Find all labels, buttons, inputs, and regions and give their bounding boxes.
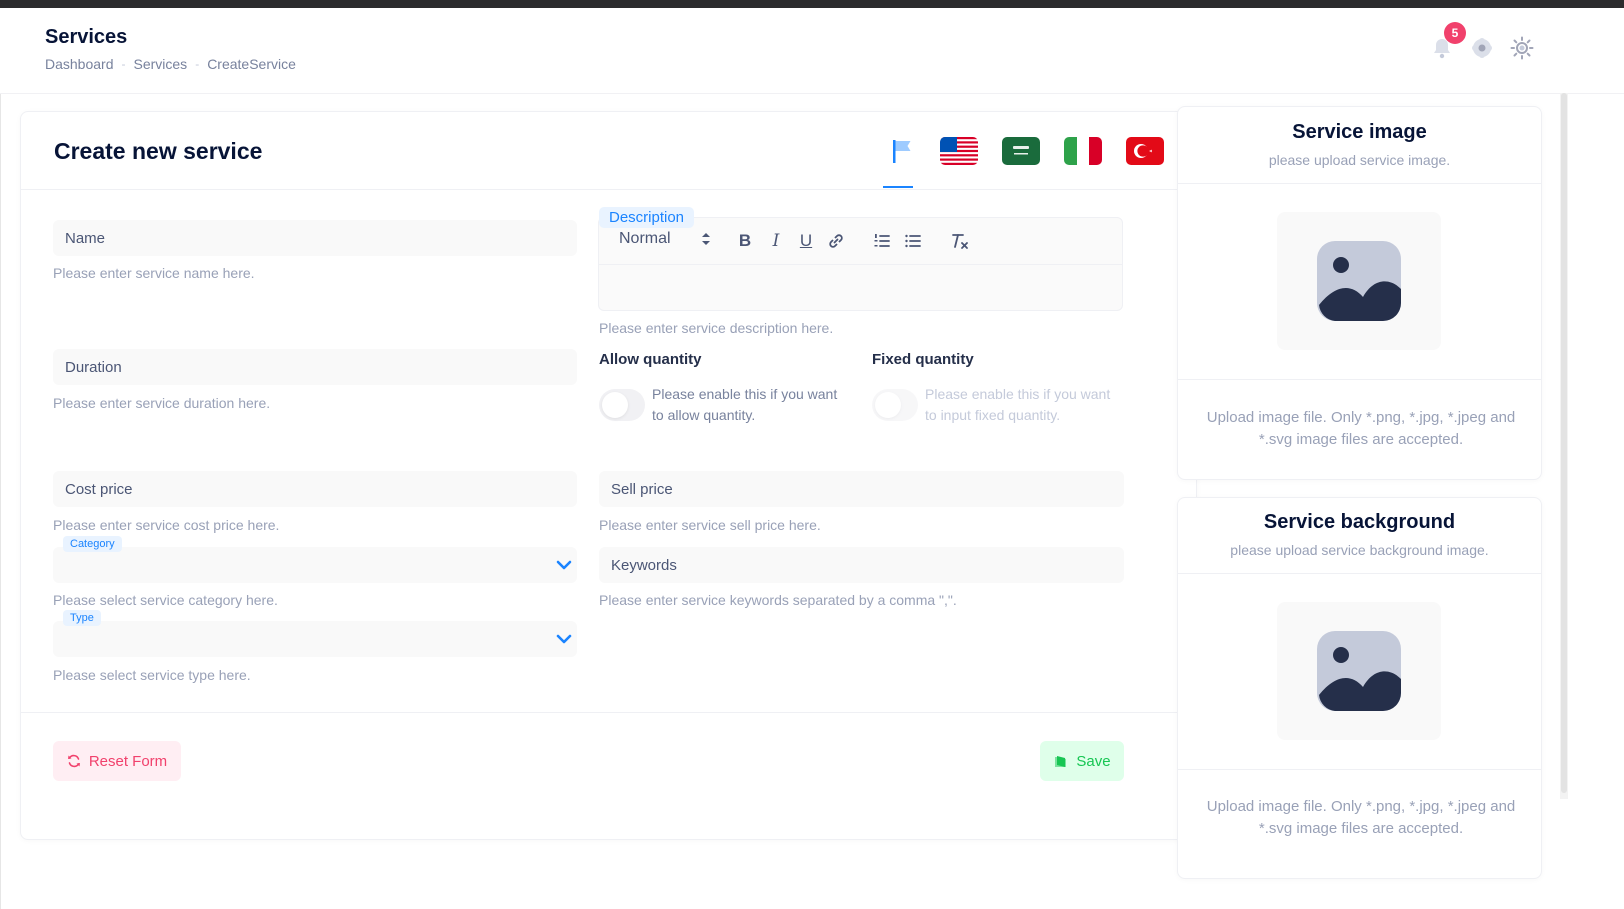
keywords-placeholder: Keywords [611, 556, 677, 574]
ordered-list-icon[interactable] [872, 231, 892, 251]
it-flag-icon[interactable] [1064, 137, 1102, 165]
reset-form-button[interactable]: Reset Form [53, 741, 181, 781]
format-value: Normal [619, 230, 671, 247]
type-label: Type [63, 610, 101, 626]
card-footer-divider [21, 712, 1196, 713]
save-button[interactable]: Save [1040, 741, 1124, 781]
duration-placeholder: Duration [65, 358, 122, 376]
header: Services Dashboard - Services - CreateSe… [0, 8, 1624, 94]
page-title: Services [45, 26, 128, 48]
sun-icon[interactable] [1510, 36, 1534, 60]
keywords-input[interactable]: Keywords [599, 547, 1124, 583]
card-header: Create new service [21, 112, 1196, 190]
bullet-list-icon[interactable] [903, 231, 923, 251]
italic-icon[interactable]: I [766, 231, 786, 251]
type-select[interactable] [53, 621, 577, 657]
gear-icon[interactable] [1470, 36, 1494, 60]
cost-price-placeholder: Cost price [65, 480, 133, 498]
divider [1178, 769, 1541, 770]
service-background-upload[interactable] [1277, 602, 1441, 740]
name-input[interactable]: Name [53, 220, 577, 256]
left-border [0, 8, 1, 909]
bold-icon[interactable]: B [735, 231, 755, 251]
fixed-quantity-label: Fixed quantity [872, 351, 974, 368]
category-select[interactable] [53, 547, 577, 583]
reset-form-label: Reset Form [88, 752, 168, 770]
breadcrumb-services[interactable]: Services [134, 56, 188, 72]
category-hint: Please select service category here. [53, 592, 278, 608]
format-select[interactable]: Normal [619, 230, 711, 248]
bell-icon[interactable]: 5 [1430, 22, 1466, 60]
fixed-quantity-toggle[interactable] [872, 389, 918, 421]
divider [1178, 183, 1541, 184]
default-language-flag-icon[interactable] [888, 137, 916, 165]
fixed-quantity-text: Please enable this if you want to input … [925, 386, 1111, 423]
header-actions: 5 [1430, 22, 1534, 60]
scrollbar-thumb[interactable] [1561, 93, 1567, 793]
breadcrumb-create-service: CreateService [207, 56, 296, 72]
service-background-title: Service background [1263, 511, 1456, 533]
sell-price-hint: Please enter service sell price here. [599, 517, 821, 533]
service-background-subtitle: please upload service background image. [1230, 542, 1489, 558]
service-image-subtitle: please upload service image. [1268, 152, 1451, 168]
type-chevron-down-icon[interactable] [555, 630, 573, 648]
notification-badge: 5 [1444, 22, 1466, 44]
name-hint: Please enter service name here. [53, 265, 255, 281]
breadcrumb-separator: - [121, 57, 126, 71]
allow-quantity-text: Please enable this if you want to allow … [652, 386, 838, 423]
card-title: Create new service [54, 138, 263, 164]
type-hint: Please select service type here. [53, 667, 251, 683]
image-placeholder-icon [1317, 241, 1401, 321]
save-icon [1055, 755, 1067, 767]
service-image-upload[interactable] [1277, 212, 1441, 350]
allow-quantity-label: Allow quantity [599, 351, 702, 368]
category-chevron-down-icon[interactable] [555, 556, 573, 574]
language-tabs [888, 137, 1164, 165]
description-editor: Normal B I U [598, 217, 1123, 311]
duration-hint: Please enter service duration here. [53, 395, 271, 411]
duration-input[interactable]: Duration [53, 349, 577, 385]
service-background-note: Upload image file. Only *.png, *.jpg, *.… [1206, 798, 1516, 837]
clear-format-icon[interactable] [949, 231, 969, 251]
toggle-knob [875, 392, 901, 418]
service-image-card: Service image please upload service imag… [1177, 106, 1542, 480]
cost-price-input[interactable]: Cost price [53, 471, 577, 507]
page-scrollbar[interactable] [1560, 93, 1568, 799]
format-sort-icon [701, 233, 710, 245]
service-image-note: Upload image file. Only *.png, *.jpg, *.… [1206, 409, 1516, 448]
underline-icon[interactable]: U [796, 231, 816, 251]
app-window: Services Dashboard - Services - CreateSe… [0, 8, 1624, 909]
sell-price-placeholder: Sell price [611, 480, 673, 498]
breadcrumb-separator: - [195, 57, 200, 71]
divider [1178, 379, 1541, 380]
keywords-hint: Please enter service keywords separated … [599, 592, 957, 608]
active-language-indicator [883, 186, 913, 188]
tr-flag-icon[interactable] [1126, 137, 1164, 165]
allow-quantity-toggle[interactable] [599, 389, 645, 421]
sell-price-input[interactable]: Sell price [599, 471, 1124, 507]
us-flag-icon[interactable] [940, 137, 978, 165]
cost-price-hint: Please enter service cost price here. [53, 517, 280, 533]
link-icon[interactable] [826, 231, 846, 251]
category-label: Category [63, 536, 122, 552]
breadcrumb-dashboard[interactable]: Dashboard [45, 56, 114, 72]
description-label: Description [599, 207, 695, 228]
divider [1178, 573, 1541, 574]
create-service-card: Create new service Name Please enter ser… [20, 111, 1197, 840]
toggle-knob [602, 392, 628, 418]
name-placeholder: Name [65, 229, 106, 247]
image-placeholder-icon [1317, 631, 1401, 711]
description-hint: Please enter service description here. [599, 320, 834, 336]
breadcrumb: Dashboard - Services - CreateService [45, 56, 296, 72]
sa-flag-icon[interactable] [1002, 137, 1040, 165]
save-label: Save [1076, 752, 1111, 770]
refresh-icon [67, 754, 80, 768]
service-background-card: Service background please upload service… [1177, 497, 1542, 879]
service-image-title: Service image [1292, 121, 1427, 143]
